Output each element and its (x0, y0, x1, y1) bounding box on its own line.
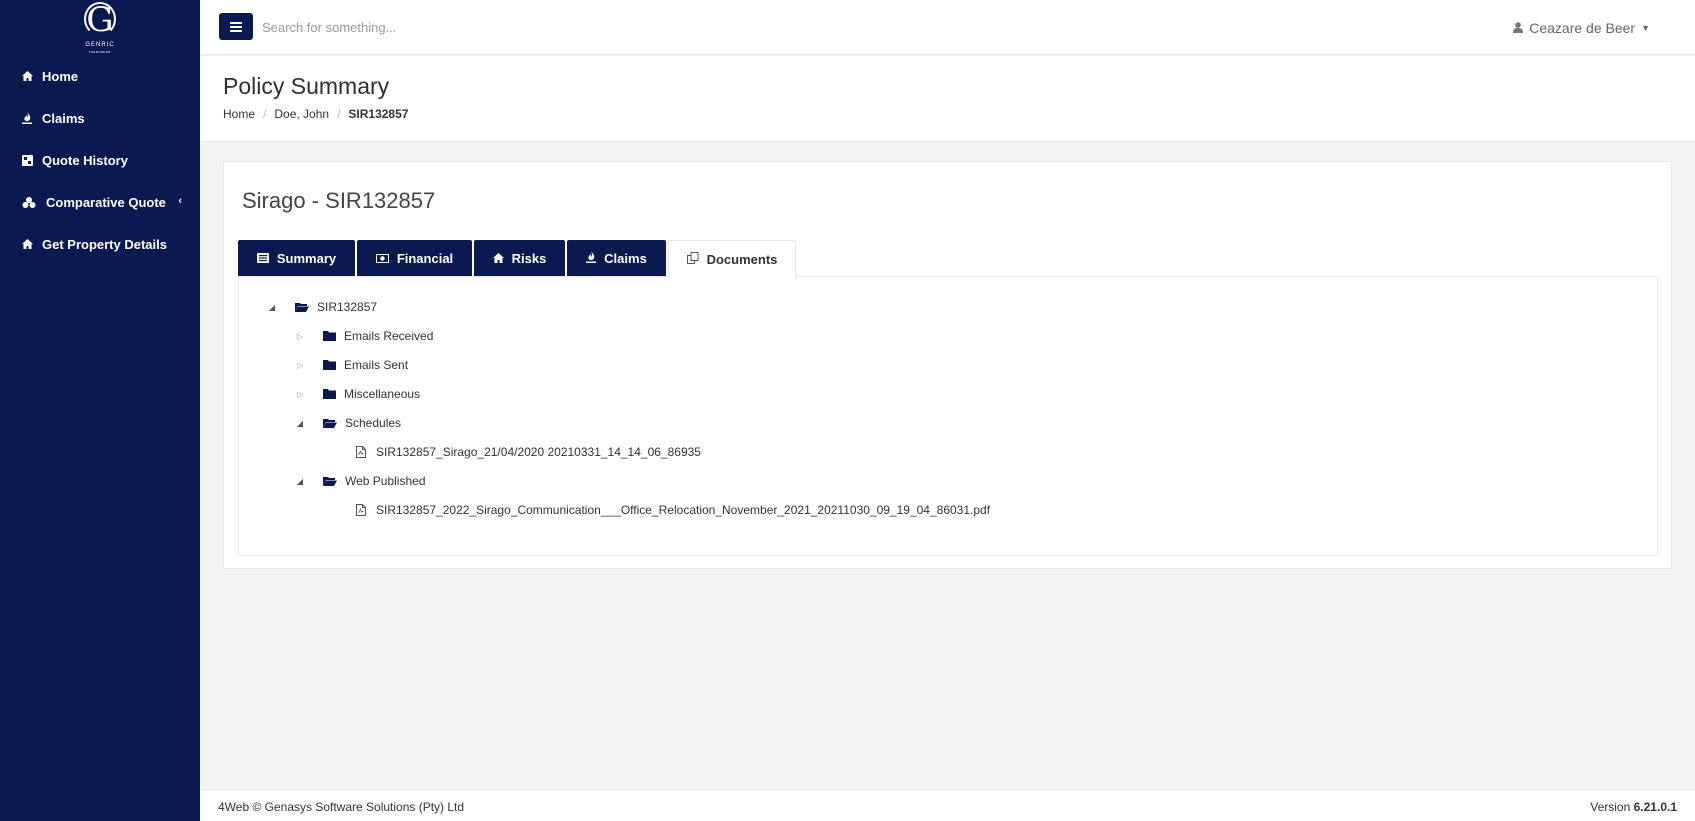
breadcrumb-separator: / (263, 107, 267, 121)
sidebar-nav: Home Claims Quote History Comparative Qu… (0, 55, 200, 265)
sidebar-item-home[interactable]: Home (0, 55, 200, 97)
folder-open-icon (323, 476, 337, 486)
tab-risks[interactable]: Risks (474, 240, 565, 277)
top-navbar: Ceazare de Beer ▼ (200, 0, 1695, 55)
sidebar-item-label: Home (42, 68, 79, 84)
breadcrumb: Home / Doe, John / SIR132857 (223, 107, 408, 121)
expand-toggle-icon[interactable]: ◢ (295, 419, 305, 428)
list-icon (256, 251, 269, 266)
tree-folder-emails-received[interactable]: ▷ Emails Received (295, 328, 433, 344)
tab-label: Claims (604, 251, 647, 266)
tree-node-label: Emails Received (344, 329, 434, 343)
collapse-toggle-icon[interactable]: ▷ (295, 332, 305, 341)
tree-node-label: Miscellaneous (344, 387, 421, 401)
collapse-toggle-icon[interactable]: ▷ (295, 390, 305, 399)
sidebar-item-get-property-details[interactable]: Get Property Details (0, 223, 200, 265)
hamburger-icon (230, 25, 242, 28)
home-icon (22, 239, 42, 249)
policy-tabs: Summary Financial Risks Claims Documents (238, 240, 796, 278)
breadcrumb-current: SIR132857 (348, 107, 409, 121)
tab-label: Financial (396, 251, 454, 266)
history-icon (22, 154, 42, 166)
tree-folder-schedules[interactable]: ◢ Schedules (295, 415, 401, 431)
tree-folder-miscellaneous[interactable]: ▷ Miscellaneous (295, 386, 420, 402)
sidebar: G GENRIC Insurance Home Claims Quote His… (0, 0, 200, 821)
sidebar-item-claims[interactable]: Claims (0, 97, 200, 139)
folder-open-icon (295, 302, 309, 312)
home-icon (492, 251, 504, 266)
tree-node-label: SIR132857 (317, 300, 378, 314)
tree-node-root[interactable]: ◢ SIR132857 (267, 299, 377, 315)
tab-documents[interactable]: Documents (668, 240, 796, 278)
chevron-left-icon[interactable]: ‹ (178, 195, 182, 207)
user-icon (1513, 20, 1524, 36)
search-input[interactable] (262, 14, 662, 40)
folder-icon (323, 389, 336, 399)
logo-ring (84, 2, 116, 36)
breadcrumb-client[interactable]: Doe, John (274, 107, 329, 121)
footer-copyright: 4Web © Genasys Software Solutions (Pty) … (218, 800, 465, 814)
fire-icon (586, 251, 597, 266)
folder-icon (323, 360, 336, 370)
logo-line1: GENRIC (85, 42, 115, 48)
folder-open-icon (323, 418, 337, 428)
menu-toggle-button[interactable] (219, 13, 253, 40)
footer-version: Version 6.21.0.1 (1590, 800, 1677, 814)
money-icon (375, 251, 389, 266)
copy-icon (686, 251, 699, 267)
tab-financial[interactable]: Financial (357, 240, 472, 277)
sidebar-item-label: Claims (42, 110, 85, 126)
tree-node-label: Web Published (345, 474, 426, 488)
breadcrumb-home[interactable]: Home (223, 107, 255, 121)
user-menu[interactable]: Ceazare de Beer ▼ (1513, 20, 1650, 36)
tab-label: Risks (511, 251, 547, 266)
cubes-icon (22, 196, 46, 208)
home-icon (22, 71, 42, 81)
pdf-file-icon (356, 504, 366, 516)
tree-folder-emails-sent[interactable]: ▷ Emails Sent (295, 357, 408, 373)
tree-folder-web-published[interactable]: ◢ Web Published (295, 473, 426, 489)
tree-file-label: SIR132857_2022_Sirago_Communication___Of… (376, 503, 991, 517)
collapse-toggle-icon[interactable]: ▷ (295, 361, 305, 370)
tree-node-label: Emails Sent (344, 358, 409, 372)
tree-node-label: Schedules (345, 416, 402, 430)
sidebar-item-comparative-quote[interactable]: Comparative Quote ‹ (0, 181, 200, 223)
version-label: Version (1590, 800, 1631, 814)
policy-card: Sirago - SIR132857 Summary Financial Ris… (223, 161, 1672, 569)
page-header: Policy Summary Home / Doe, John / SIR132… (200, 56, 1695, 142)
caret-down-icon: ▼ (1641, 23, 1650, 33)
pdf-file-icon (356, 446, 366, 458)
tab-summary[interactable]: Summary (238, 240, 355, 277)
user-name: Ceazare de Beer (1529, 20, 1636, 36)
tab-claims[interactable]: Claims (567, 240, 666, 277)
sidebar-item-quote-history[interactable]: Quote History (0, 139, 200, 181)
footer: 4Web © Genasys Software Solutions (Pty) … (200, 789, 1695, 821)
logo-line2: Insurance (88, 49, 112, 54)
tab-label: Documents (706, 251, 778, 267)
folder-icon (323, 331, 336, 341)
tab-label: Summary (276, 251, 337, 266)
brand-logo[interactable]: G GENRIC Insurance (82, 2, 118, 56)
card-title: Sirago - SIR132857 (242, 188, 436, 213)
expand-toggle-icon[interactable]: ◢ (295, 477, 305, 486)
tree-file[interactable]: SIR132857_Sirago_21/04/2020 20210331_14_… (356, 444, 701, 460)
tree-file[interactable]: SIR132857_2022_Sirago_Communication___Of… (356, 502, 990, 518)
sidebar-item-label: Quote History (42, 152, 128, 168)
sidebar-item-label: Comparative Quote (46, 194, 166, 210)
documents-panel: ◢ SIR132857 ▷ Emails Received ▷ Emails S… (238, 276, 1658, 556)
expand-toggle-icon[interactable]: ◢ (267, 303, 277, 312)
version-number: 6.21.0.1 (1633, 800, 1677, 814)
breadcrumb-separator: / (337, 107, 341, 121)
tree-file-label: SIR132857_Sirago_21/04/2020 20210331_14_… (376, 445, 701, 459)
fire-icon (22, 112, 42, 124)
sidebar-item-label: Get Property Details (42, 236, 167, 252)
page-title: Policy Summary (223, 73, 390, 99)
